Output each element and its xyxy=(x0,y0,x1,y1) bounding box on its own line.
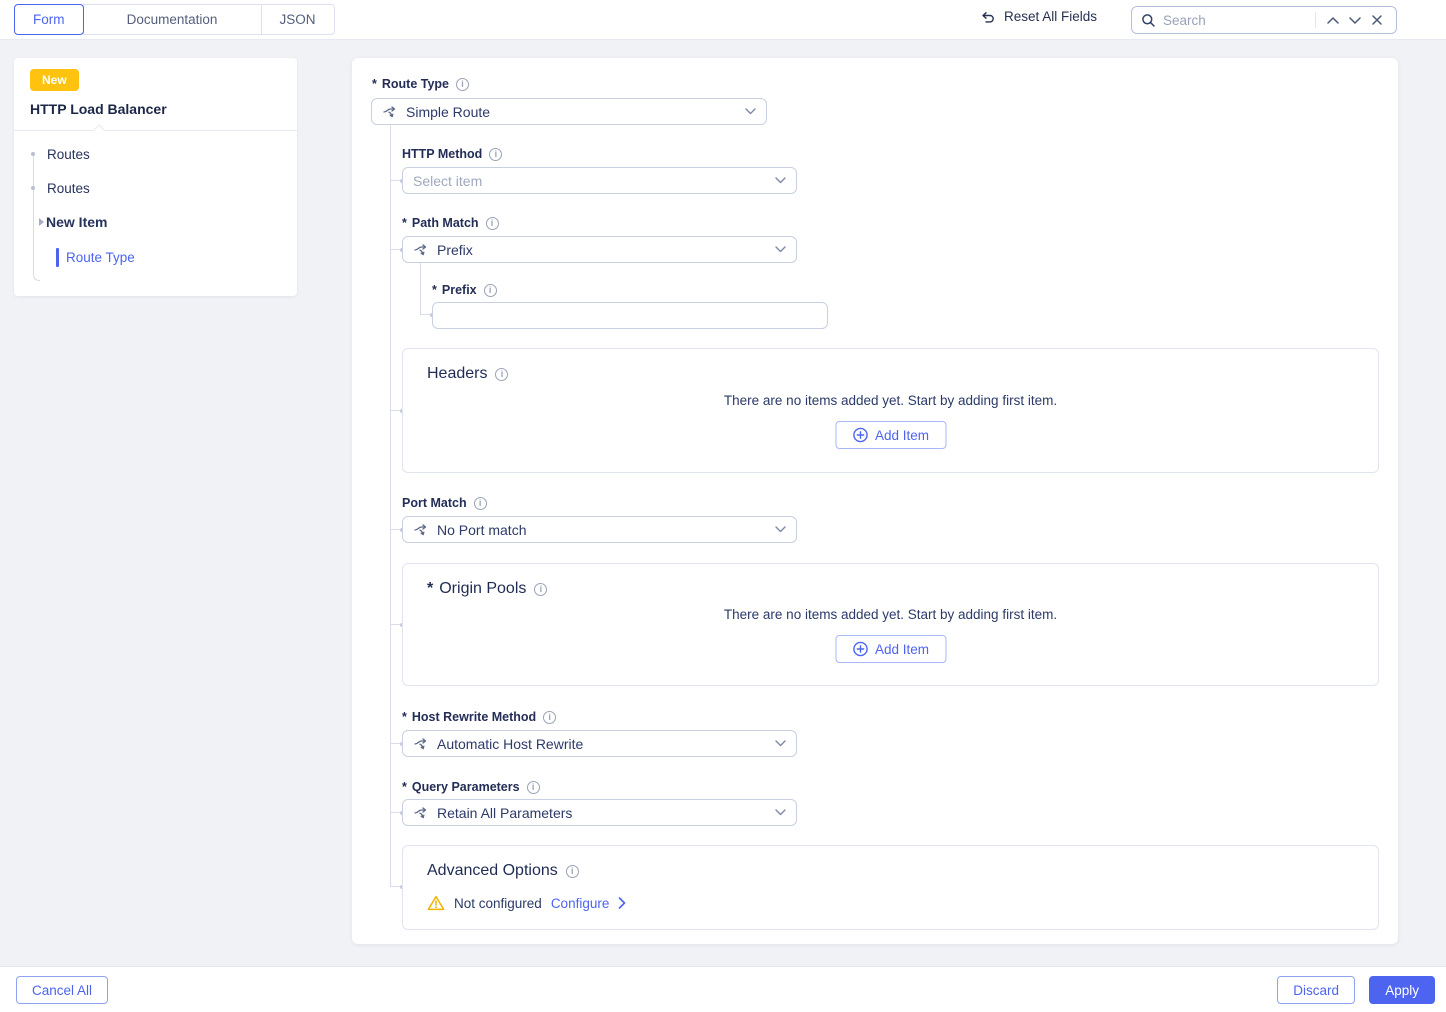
sidebar-item-routes-2[interactable]: Routes xyxy=(14,178,297,198)
sidebar-item-new-item[interactable]: New Item xyxy=(14,212,297,232)
info-icon[interactable]: i xyxy=(534,583,547,596)
chevron-down-icon xyxy=(775,809,786,816)
tree-connector xyxy=(391,624,400,625)
plus-circle-icon xyxy=(852,427,868,443)
route-split-icon xyxy=(413,736,429,752)
tree-connector xyxy=(391,410,400,411)
advanced-status-row: Not configured Configure xyxy=(427,895,626,911)
advanced-options-title: Advanced Options i xyxy=(427,862,579,880)
search-prev-icon[interactable] xyxy=(1322,9,1344,31)
warning-icon xyxy=(427,895,445,911)
tree-connector xyxy=(391,812,400,813)
headers-empty-text: There are no items added yet. Start by a… xyxy=(403,393,1378,408)
path-match-select[interactable]: Prefix xyxy=(402,236,797,263)
search-divider xyxy=(1315,12,1316,28)
status-badge-new: New xyxy=(30,69,79,91)
headers-section: Headers i There are no items added yet. … xyxy=(402,348,1379,473)
apply-button[interactable]: Apply xyxy=(1369,976,1435,1004)
sidebar-item-route-type[interactable]: Route Type xyxy=(14,246,297,268)
tree-connector xyxy=(391,249,400,250)
host-rewrite-select[interactable]: Automatic Host Rewrite xyxy=(402,730,797,757)
content-area: New HTTP Load Balancer Routes Routes New… xyxy=(0,40,1446,966)
route-type-select[interactable]: Simple Route xyxy=(371,98,767,125)
origin-pools-empty-text: There are no items added yet. Start by a… xyxy=(403,607,1378,622)
port-match-select[interactable]: No Port match xyxy=(402,516,797,543)
reset-all-fields-button[interactable]: Reset All Fields xyxy=(980,9,1097,24)
info-icon[interactable]: i xyxy=(456,78,469,91)
query-params-label: * Query Parameters i xyxy=(402,780,540,794)
chevron-down-icon xyxy=(775,177,786,184)
info-icon[interactable]: i xyxy=(495,368,508,381)
http-method-label: HTTP Method i xyxy=(402,147,502,161)
prefix-label: * Prefix i xyxy=(432,283,497,297)
advanced-status-text: Not configured xyxy=(454,896,542,911)
tree-connector xyxy=(421,314,430,315)
route-split-icon xyxy=(413,242,429,258)
configure-link[interactable]: Configure xyxy=(551,896,610,911)
tree-dot-icon xyxy=(31,186,35,190)
caret-right-icon xyxy=(39,218,44,226)
sidebar-panel: New HTTP Load Balancer Routes Routes New… xyxy=(14,58,297,296)
tab-json[interactable]: JSON xyxy=(261,4,335,35)
info-icon[interactable]: i xyxy=(474,497,487,510)
discard-button[interactable]: Discard xyxy=(1277,976,1355,1004)
host-rewrite-label: * Host Rewrite Method i xyxy=(402,710,556,724)
route-split-icon xyxy=(413,805,429,821)
path-match-label: * Path Match i xyxy=(402,216,499,230)
tree-connector xyxy=(391,180,400,181)
route-split-icon xyxy=(382,104,398,120)
search-close-icon[interactable] xyxy=(1366,9,1388,31)
chevron-right-icon[interactable] xyxy=(618,897,626,909)
info-icon[interactable]: i xyxy=(486,217,499,230)
tab-documentation[interactable]: Documentation xyxy=(83,4,262,35)
cancel-all-button[interactable]: Cancel All xyxy=(16,976,108,1004)
sidebar-title: HTTP Load Balancer xyxy=(30,101,297,117)
headers-add-item-button[interactable]: Add Item xyxy=(835,421,946,449)
app-window: Form Documentation JSON Reset All Fields xyxy=(0,0,1446,1012)
footer-bar: Cancel All Discard Apply xyxy=(0,966,1446,1012)
reset-label: Reset All Fields xyxy=(1004,9,1097,24)
info-icon[interactable]: i xyxy=(527,781,540,794)
chevron-down-icon xyxy=(775,740,786,747)
query-params-select[interactable]: Retain All Parameters xyxy=(402,799,797,826)
tab-form[interactable]: Form xyxy=(14,4,84,35)
info-icon[interactable]: i xyxy=(489,148,502,161)
chevron-down-icon xyxy=(745,108,756,115)
active-indicator-bar xyxy=(56,248,59,267)
tree-connector xyxy=(391,529,400,530)
search-input[interactable] xyxy=(1163,13,1309,28)
origin-pools-add-item-button[interactable]: Add Item xyxy=(835,635,946,663)
origin-pools-section: * Origin Pools i There are no items adde… xyxy=(402,563,1379,686)
search-box xyxy=(1131,6,1397,34)
form-panel: * Route Type i Simple Route HTTP Meth xyxy=(352,58,1398,944)
route-split-icon xyxy=(413,522,429,538)
chevron-down-icon xyxy=(775,246,786,253)
route-type-label: * Route Type i xyxy=(372,77,469,91)
view-tabs: Form Documentation JSON xyxy=(14,4,335,35)
port-match-label: Port Match i xyxy=(402,496,487,510)
navigation-tree: Routes Routes New Item Route Type xyxy=(14,131,297,268)
plus-circle-icon xyxy=(852,641,868,657)
prefix-input[interactable] xyxy=(432,302,828,329)
sidebar-item-routes-1[interactable]: Routes xyxy=(14,144,297,164)
info-icon[interactable]: i xyxy=(484,284,497,297)
tree-connector xyxy=(391,743,400,744)
reset-icon xyxy=(980,10,996,24)
form-guide-line-level2 xyxy=(420,263,421,315)
search-icon xyxy=(1141,13,1156,28)
search-next-icon[interactable] xyxy=(1344,9,1366,31)
chevron-down-icon xyxy=(775,526,786,533)
info-icon[interactable]: i xyxy=(543,711,556,724)
form-guide-line-level1 xyxy=(390,125,391,887)
info-icon[interactable]: i xyxy=(566,865,579,878)
http-method-select[interactable]: Select item xyxy=(402,167,797,194)
advanced-options-section: Advanced Options i Not configured Config… xyxy=(402,845,1379,930)
origin-pools-title: * Origin Pools i xyxy=(427,580,547,598)
headers-title: Headers i xyxy=(427,365,508,383)
tree-dot-icon xyxy=(31,152,35,156)
top-toolbar: Form Documentation JSON Reset All Fields xyxy=(0,0,1446,40)
tree-connector xyxy=(391,886,400,887)
